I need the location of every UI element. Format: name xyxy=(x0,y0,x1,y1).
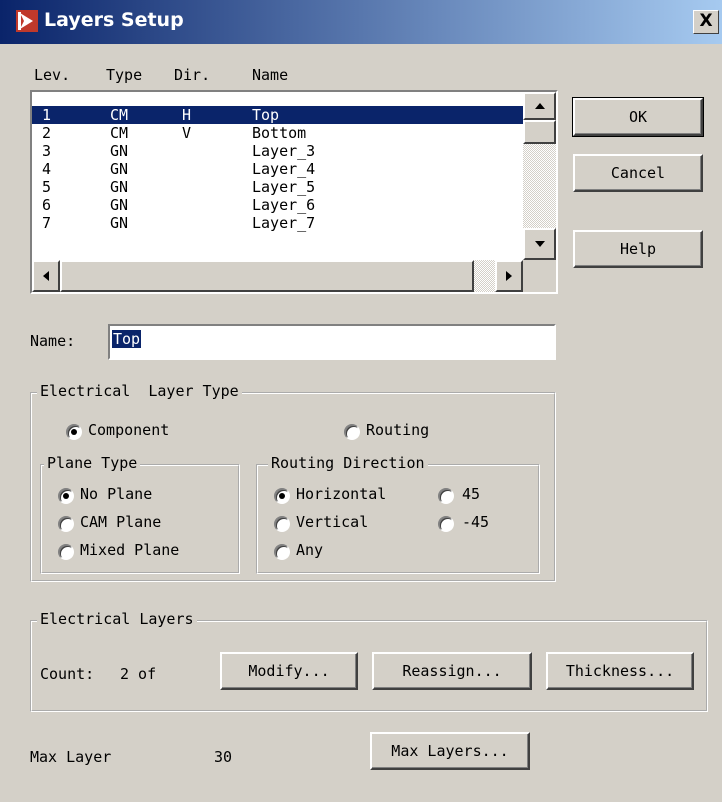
cell-type: GN xyxy=(110,196,129,214)
column-header-level: Lev. xyxy=(34,66,71,84)
cell-level: 1 xyxy=(42,106,52,124)
layers-list-rows: 1 CM H Top 2 CM V Bottom 3 GN Layer_3 4 … xyxy=(32,92,523,260)
mixed-plane-label: Mixed Plane xyxy=(80,541,180,559)
cell-type: GN xyxy=(110,214,129,232)
electrical-layers-legend: Electrical Layers xyxy=(37,610,197,628)
cell-level: 6 xyxy=(42,196,52,214)
vertical-radio[interactable] xyxy=(274,516,290,532)
direction-neg45-radio[interactable] xyxy=(438,516,454,532)
help-button[interactable]: Help xyxy=(573,230,703,268)
routing-label: Routing xyxy=(366,421,430,439)
cell-direction: V xyxy=(182,124,192,142)
list-row-3[interactable]: 3 GN Layer_3 xyxy=(32,142,523,160)
plane-type-legend: Plane Type xyxy=(44,454,141,472)
no-plane-label: No Plane xyxy=(80,485,153,503)
ok-button[interactable]: OK xyxy=(572,97,704,137)
no-plane-radio[interactable] xyxy=(58,488,74,504)
modify-button[interactable]: Modify... xyxy=(220,652,358,690)
horizontal-radio[interactable] xyxy=(274,488,290,504)
cell-name: Layer_4 xyxy=(252,160,316,178)
cell-type: GN xyxy=(110,142,129,160)
list-row-6[interactable]: 6 GN Layer_6 xyxy=(32,196,523,214)
list-row-1[interactable]: 1 CM H Top xyxy=(32,106,523,124)
count-value: 2 of xyxy=(120,665,157,683)
name-input[interactable] xyxy=(108,324,556,360)
list-row-2[interactable]: 2 CM V Bottom xyxy=(32,124,523,142)
reassign-button[interactable]: Reassign... xyxy=(372,652,532,690)
cell-name: Layer_6 xyxy=(252,196,316,214)
close-button[interactable]: X xyxy=(693,10,719,34)
column-header-type: Type xyxy=(106,66,143,84)
direction-neg45-label: -45 xyxy=(462,513,490,531)
arrow-right-icon xyxy=(506,271,512,281)
max-layer-value: 30 xyxy=(214,748,233,766)
cell-name: Top xyxy=(252,106,280,124)
cell-type: GN xyxy=(110,160,129,178)
routing-direction-legend: Routing Direction xyxy=(268,454,428,472)
cancel-button[interactable]: Cancel xyxy=(573,154,703,192)
cell-name: Bottom xyxy=(252,124,307,142)
scroll-down-button[interactable] xyxy=(523,228,556,260)
count-label: Count: xyxy=(40,665,95,683)
cell-name: Layer_7 xyxy=(252,214,316,232)
vertical-label: Vertical xyxy=(296,513,369,531)
cam-plane-radio[interactable] xyxy=(58,516,74,532)
column-header-name: Name xyxy=(252,66,289,84)
vertical-scroll-thumb[interactable] xyxy=(523,120,556,144)
cell-name: Layer_3 xyxy=(252,142,316,160)
arrow-up-icon xyxy=(534,103,545,109)
scroll-up-button[interactable] xyxy=(523,92,556,120)
scroll-left-button[interactable] xyxy=(32,260,60,292)
cell-name: Layer_5 xyxy=(252,178,316,196)
any-label: Any xyxy=(296,541,324,559)
name-label: Name: xyxy=(30,332,76,350)
cell-level: 7 xyxy=(42,214,52,232)
routing-radio[interactable] xyxy=(344,424,360,440)
cell-level: 2 xyxy=(42,124,52,142)
cam-plane-label: CAM Plane xyxy=(80,513,162,531)
arrow-down-icon xyxy=(534,241,545,247)
column-header-direction: Dir. xyxy=(174,66,211,84)
component-label: Component xyxy=(88,421,170,439)
window-title: Layers Setup xyxy=(44,9,184,31)
direction-45-label: 45 xyxy=(462,485,481,503)
list-row-5[interactable]: 5 GN Layer_5 xyxy=(32,178,523,196)
app-icon xyxy=(16,10,38,32)
cell-type: GN xyxy=(110,178,129,196)
cell-level: 5 xyxy=(42,178,52,196)
arrow-left-icon xyxy=(43,271,49,281)
name-input-value: Top xyxy=(112,330,142,348)
mixed-plane-radio[interactable] xyxy=(58,544,74,560)
thickness-button[interactable]: Thickness... xyxy=(546,652,694,690)
cell-level: 3 xyxy=(42,142,52,160)
cell-type: CM xyxy=(110,124,129,142)
horizontal-label: Horizontal xyxy=(296,485,387,503)
cell-direction: H xyxy=(182,106,192,124)
max-layers-button[interactable]: Max Layers... xyxy=(370,732,530,770)
max-layer-label: Max Layer xyxy=(30,748,112,766)
list-row-7[interactable]: 7 GN Layer_7 xyxy=(32,214,523,232)
cell-level: 4 xyxy=(42,160,52,178)
direction-45-radio[interactable] xyxy=(438,488,454,504)
list-row-4[interactable]: 4 GN Layer_4 xyxy=(32,160,523,178)
scrollbar-corner xyxy=(523,260,556,292)
component-radio[interactable] xyxy=(66,424,82,440)
any-radio[interactable] xyxy=(274,544,290,560)
cell-type: CM xyxy=(110,106,129,124)
scroll-right-button[interactable] xyxy=(495,260,523,292)
electrical-layer-type-legend: Electrical Layer Type xyxy=(37,382,242,400)
horizontal-scroll-thumb[interactable] xyxy=(60,260,474,292)
